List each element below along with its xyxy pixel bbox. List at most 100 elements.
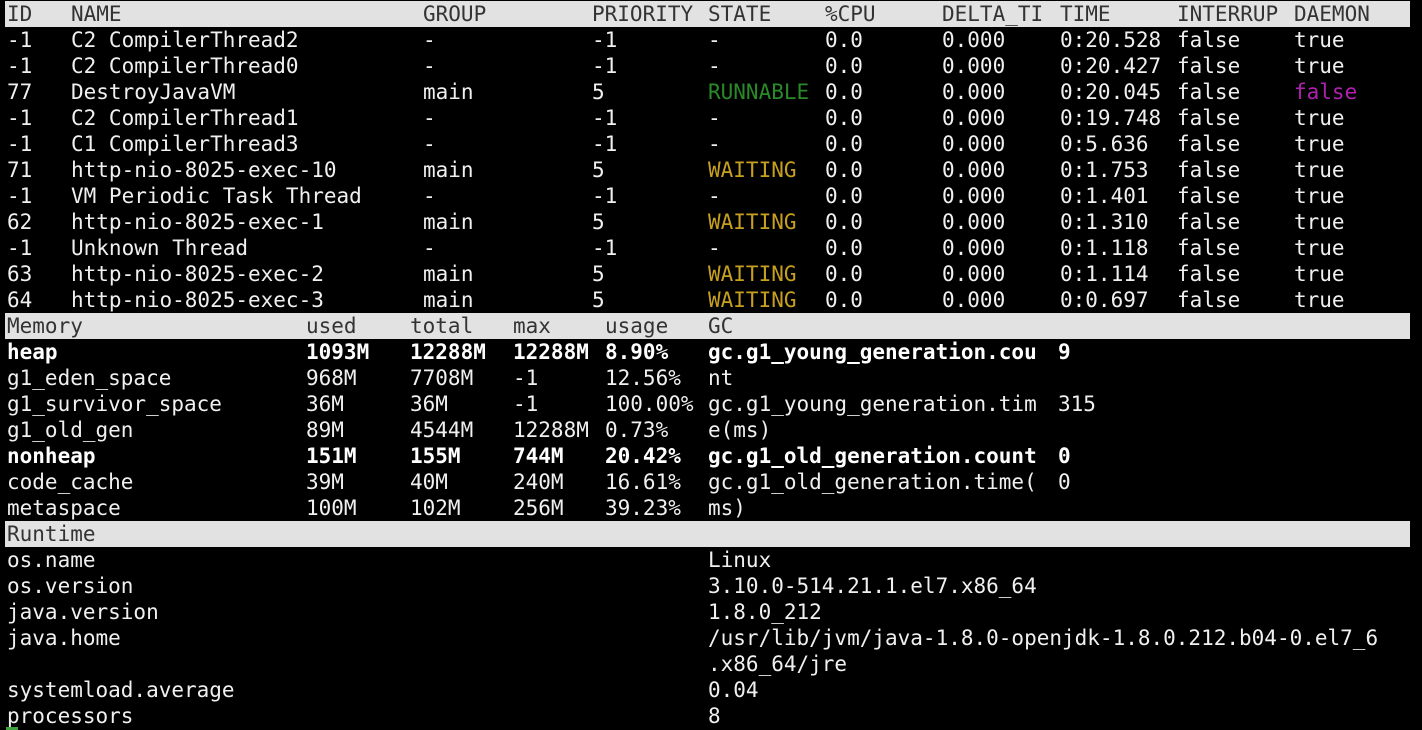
thread-name: Unknown Thread <box>71 236 249 260</box>
thread-state: - <box>708 132 721 156</box>
thread-cpu: 0.0 <box>825 210 863 234</box>
memory-max: -1 <box>513 392 539 416</box>
memory-gc-value: 9 <box>1058 340 1071 364</box>
thread-state: - <box>708 28 721 52</box>
memory-total: 102M <box>410 496 461 520</box>
thread-cpu: 0.0 <box>825 236 863 260</box>
thread-state: - <box>708 106 721 130</box>
thread-name: C2 CompilerThread2 <box>71 28 299 52</box>
thread-header-group: GROUP <box>423 2 487 26</box>
thread-group: - <box>423 184 436 208</box>
thread-id: 62 <box>7 210 33 234</box>
thread-interrupted: false <box>1177 106 1241 130</box>
thread-priority: 5 <box>592 262 605 286</box>
memory-usage: 8.90% <box>605 340 669 364</box>
thread-cpu: 0.0 <box>825 262 863 286</box>
thread-daemon: true <box>1294 28 1345 52</box>
thread-time: 0:1.310 <box>1060 210 1149 234</box>
thread-header-priority: PRIORITY <box>592 2 694 26</box>
thread-row: 77 DestroyJavaVM main 5 RUNNABLE 0.0 0.000 0:20… <box>0 79 1422 105</box>
memory-header-usage: usage <box>605 314 669 338</box>
runtime-key: os.version <box>7 574 134 598</box>
thread-interrupted: false <box>1177 210 1241 234</box>
thread-header-cpu: %CPU <box>825 2 876 26</box>
memory-gc-key: gc.g1_old_generation.count <box>708 444 1037 468</box>
thread-row: 64 http-nio-8025-exec-3 main 5 WAITING 0.0 0.0… <box>0 287 1422 313</box>
thread-header-interrupted: INTERRUP <box>1177 2 1279 26</box>
thread-daemon: true <box>1294 158 1345 182</box>
thread-name: http-nio-8025-exec-2 <box>71 262 324 286</box>
thread-name: http-nio-8025-exec-10 <box>71 158 337 182</box>
thread-header-name: NAME <box>71 2 122 26</box>
thread-name: C2 CompilerThread1 <box>71 106 299 130</box>
thread-delta: 0.000 <box>942 158 1006 182</box>
thread-priority: 5 <box>592 80 605 104</box>
thread-header-id: ID <box>7 2 33 26</box>
thread-time: 0:5.636 <box>1060 132 1149 156</box>
thread-priority: -1 <box>592 184 618 208</box>
thread-id: 71 <box>7 158 33 182</box>
thread-time: 0:1.401 <box>1060 184 1149 208</box>
thread-group: - <box>423 28 436 52</box>
thread-name: VM Periodic Task Thread <box>71 184 362 208</box>
thread-priority: 5 <box>592 158 605 182</box>
thread-id: -1 <box>7 28 33 52</box>
thread-priority: -1 <box>592 28 618 52</box>
memory-gc-value: 0 <box>1058 444 1071 468</box>
thread-header-time: TIME <box>1060 2 1111 26</box>
thread-time: 0:20.427 <box>1060 54 1162 78</box>
memory-used: 36M <box>306 392 344 416</box>
thread-cpu: 0.0 <box>825 28 863 52</box>
thread-id: -1 <box>7 132 33 156</box>
memory-row: g1_survivor_space 36M 36M -1 100.00% gc.g1_yo… <box>0 391 1422 417</box>
memory-usage: 100.00% <box>605 392 694 416</box>
thread-row: -1 C2 CompilerThread0 - -1 - 0.0 0.000 0:20.427… <box>0 53 1422 79</box>
thread-time: 0:1.118 <box>1060 236 1149 260</box>
thread-id: -1 <box>7 236 33 260</box>
thread-group: - <box>423 106 436 130</box>
memory-usage: 20.42% <box>605 444 681 468</box>
thread-interrupted: false <box>1177 132 1241 156</box>
thread-interrupted: false <box>1177 288 1241 312</box>
memory-row: code_cache 39M 40M 240M 16.61% gc.g1_old_gene… <box>0 469 1422 495</box>
thread-cpu: 0.0 <box>825 80 863 104</box>
memory-header-memory: Memory <box>7 314 83 338</box>
thread-delta: 0.000 <box>942 184 1006 208</box>
thread-state: - <box>708 236 721 260</box>
thread-daemon: true <box>1294 262 1345 286</box>
thread-group: main <box>423 210 474 234</box>
memory-max: 240M <box>513 470 564 494</box>
memory-usage: 0.73% <box>605 418 669 442</box>
thread-delta: 0.000 <box>942 54 1006 78</box>
memory-total: 155M <box>410 444 461 468</box>
runtime-value: .x86_64/jre <box>708 652 848 676</box>
thread-priority: 5 <box>592 288 605 312</box>
runtime-key: systemload.average <box>7 678 235 702</box>
thread-interrupted: false <box>1177 236 1241 260</box>
memory-memory: g1_eden_space <box>7 366 172 390</box>
memory-gc-key: nt <box>708 366 734 390</box>
runtime-value: 0.04 <box>708 678 759 702</box>
thread-daemon: true <box>1294 210 1345 234</box>
thread-group: - <box>423 236 436 260</box>
thread-row: -1 C2 CompilerThread2 - -1 - 0.0 0.000 0:20.528… <box>0 27 1422 53</box>
thread-priority: -1 <box>592 106 618 130</box>
thread-cpu: 0.0 <box>825 106 863 130</box>
runtime-value: 1.8.0_212 <box>708 600 822 624</box>
thread-delta: 0.000 <box>942 262 1006 286</box>
memory-memory: g1_survivor_space <box>7 392 222 416</box>
thread-header-delta: DELTA_TI <box>942 2 1044 26</box>
thread-interrupted: false <box>1177 80 1241 104</box>
thread-delta: 0.000 <box>942 210 1006 234</box>
thread-id: -1 <box>7 54 33 78</box>
thread-row: -1 VM Periodic Task Thread - -1 - 0.0 0.000 0:1… <box>0 183 1422 209</box>
memory-gc-value: 0 <box>1058 470 1071 494</box>
memory-usage: 16.61% <box>605 470 681 494</box>
thread-time: 0:20.528 <box>1060 28 1162 52</box>
thread-time: 0:0.697 <box>1060 288 1149 312</box>
memory-usage: 39.23% <box>605 496 681 520</box>
memory-total: 40M <box>410 470 448 494</box>
runtime-value: Linux <box>708 548 772 572</box>
memory-total: 12288M <box>410 340 486 364</box>
memory-header-total: total <box>410 314 474 338</box>
